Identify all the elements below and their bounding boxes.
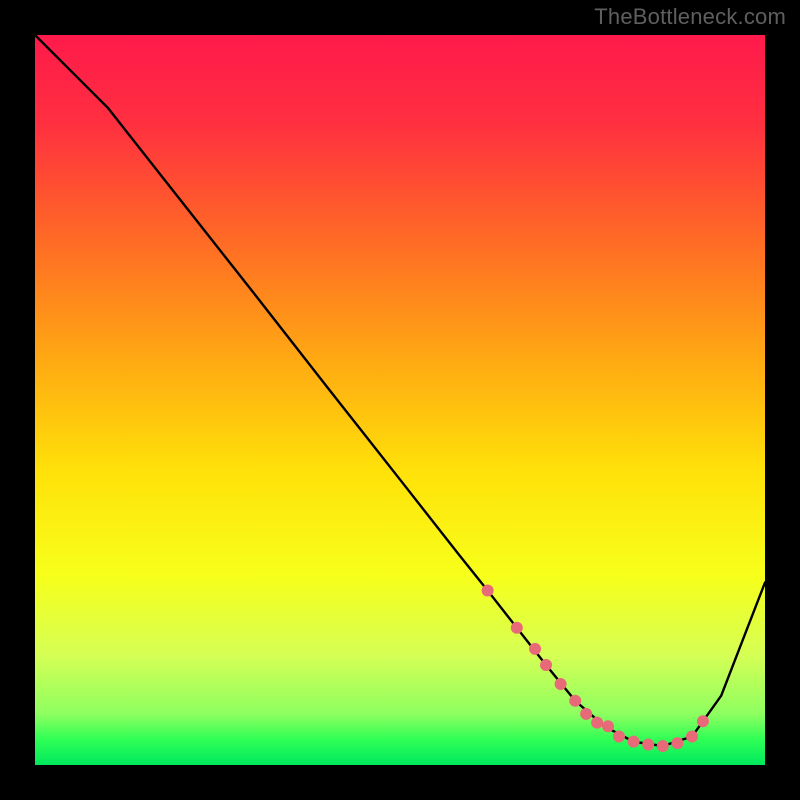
data-marker xyxy=(540,659,552,671)
data-marker xyxy=(657,740,669,752)
data-marker xyxy=(628,736,640,748)
chart-svg xyxy=(35,35,765,765)
data-marker xyxy=(555,678,567,690)
data-marker xyxy=(511,622,523,634)
data-marker xyxy=(613,731,625,743)
data-marker xyxy=(686,731,698,743)
gradient-background xyxy=(35,35,765,765)
data-marker xyxy=(591,717,603,729)
data-marker xyxy=(529,643,541,655)
data-marker xyxy=(671,737,683,749)
data-marker xyxy=(569,695,581,707)
data-marker xyxy=(602,720,614,732)
chart-frame: TheBottleneck.com xyxy=(0,0,800,800)
data-marker xyxy=(642,739,654,751)
watermark-text: TheBottleneck.com xyxy=(594,4,786,30)
data-marker xyxy=(482,585,494,597)
data-marker xyxy=(697,715,709,727)
bottleneck-chart xyxy=(35,35,765,765)
data-marker xyxy=(580,708,592,720)
